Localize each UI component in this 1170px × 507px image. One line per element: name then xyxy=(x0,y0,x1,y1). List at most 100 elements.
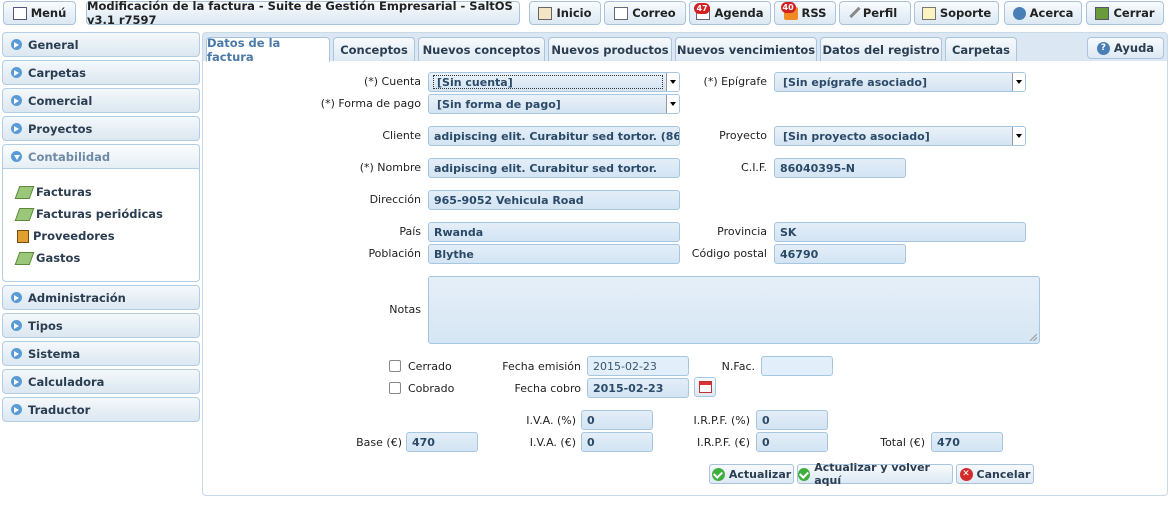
ayuda-button[interactable]: ? Ayuda xyxy=(1087,37,1164,59)
chevron-down-icon xyxy=(666,73,679,91)
tab-bar: Datos de la factura Conceptos Nuevos con… xyxy=(203,36,1167,64)
cif-label: C.I.F. xyxy=(741,161,767,174)
cancelar-button[interactable]: ✕ Cancelar xyxy=(956,464,1034,484)
sidebar-item-administracion[interactable]: Administración xyxy=(2,285,200,310)
tab-carpetas[interactable]: Carpetas xyxy=(945,37,1017,61)
proyecto-label: Proyecto xyxy=(719,129,767,142)
iva-pct-field[interactable]: 0 xyxy=(581,410,653,430)
calendar-icon: 47 xyxy=(694,2,711,20)
inicio-button[interactable]: Inicio xyxy=(529,1,601,25)
arrow-right-icon xyxy=(11,39,22,50)
mail-icon xyxy=(614,6,629,20)
cerrado-label: Cerrado xyxy=(408,360,452,373)
codigo-postal-field[interactable]: 46790 xyxy=(774,244,906,264)
tab-nuevos-vencimientos[interactable]: Nuevos vencimientos xyxy=(675,37,817,61)
notas-label: Notas xyxy=(389,303,421,316)
correo-button[interactable]: Correo xyxy=(604,1,686,25)
fecha-emision-label: Fecha emisión xyxy=(502,360,581,373)
arrow-right-icon xyxy=(11,95,22,106)
provincia-field[interactable]: SK xyxy=(774,222,1026,242)
arrow-right-icon xyxy=(11,348,22,359)
cerrar-button[interactable]: Cerrar xyxy=(1086,1,1164,25)
poblacion-field[interactable]: Blythe xyxy=(428,244,680,264)
nfac-field[interactable] xyxy=(761,356,833,376)
cif-field[interactable]: 86040395-N xyxy=(774,158,906,178)
wrench-icon xyxy=(849,6,863,20)
help-icon: ? xyxy=(1096,41,1110,55)
rss-icon: 40 xyxy=(780,1,798,20)
actualizar-button[interactable]: Actualizar xyxy=(709,464,794,484)
perfil-button[interactable]: Perfil xyxy=(839,1,911,25)
resize-grip-icon[interactable] xyxy=(1030,334,1037,341)
check-icon xyxy=(798,467,811,481)
close-icon: ✕ xyxy=(959,467,973,481)
pais-label: País xyxy=(399,225,421,238)
forma-pago-label: (*) Forma de pago xyxy=(320,97,421,110)
irpf-eur-field[interactable]: 0 xyxy=(756,432,828,452)
soporte-button[interactable]: Soporte xyxy=(914,1,999,25)
sidebar-item-tipos[interactable]: Tipos xyxy=(2,313,200,338)
nombre-field[interactable]: adipiscing elit. Curabitur sed tortor. xyxy=(428,158,680,178)
direccion-label: Dirección xyxy=(369,193,421,206)
arrow-right-icon xyxy=(11,376,22,387)
sidebar-subitem-facturas-periodicas[interactable]: Facturas periódicas xyxy=(3,203,199,225)
sidebar-item-proyectos[interactable]: Proyectos xyxy=(2,116,200,141)
proyecto-select[interactable]: [Sin proyecto asociado] xyxy=(774,126,1026,146)
sidebar-item-traductor[interactable]: Traductor xyxy=(2,397,200,422)
cliente-field[interactable]: adipiscing elit. Curabitur sed tortor. (… xyxy=(428,126,680,146)
agenda-button[interactable]: 47 Agenda xyxy=(689,1,771,25)
tab-conceptos[interactable]: Conceptos xyxy=(333,37,415,61)
address-book-icon xyxy=(17,229,29,243)
epigrafe-select[interactable]: [Sin epígrafe asociado] xyxy=(774,72,1026,92)
cuenta-select[interactable]: [Sin cuenta] xyxy=(428,72,680,92)
edit-icon xyxy=(921,6,936,20)
menu-button[interactable]: Menú xyxy=(3,1,76,25)
rss-button[interactable]: 40 RSS xyxy=(774,1,836,25)
iva-eur-label: I.V.A. (€) xyxy=(529,436,576,449)
direccion-field[interactable]: 965-9052 Vehicula Road xyxy=(428,190,680,210)
money-icon xyxy=(14,251,35,265)
rss-badge: 40 xyxy=(780,1,796,13)
codigo-postal-label: Código postal xyxy=(691,247,767,260)
sidebar-subitem-facturas[interactable]: Facturas xyxy=(3,181,199,203)
arrow-right-icon xyxy=(11,67,22,78)
agenda-badge: 47 xyxy=(694,2,710,14)
sidebar-subitem-gastos[interactable]: Gastos xyxy=(3,247,199,269)
cuenta-label: (*) Cuenta xyxy=(363,75,421,88)
iva-eur-field[interactable]: 0 xyxy=(581,432,653,452)
sidebar-item-comercial[interactable]: Comercial xyxy=(2,88,200,113)
arrow-down-icon xyxy=(11,151,22,162)
sidebar-item-contabilidad[interactable]: Contabilidad xyxy=(2,144,200,169)
total-field[interactable]: 470 xyxy=(931,432,1003,452)
total-label: Total (€) xyxy=(880,436,925,449)
irpf-pct-label: I.R.P.F. (%) xyxy=(693,414,751,427)
epigrafe-label: (*) Epígrafe xyxy=(703,75,767,88)
cerrado-checkbox[interactable] xyxy=(389,360,401,372)
sidebar-item-carpetas[interactable]: Carpetas xyxy=(2,60,200,85)
acerca-button[interactable]: Acerca xyxy=(1004,1,1082,25)
money-icon xyxy=(14,207,35,221)
tab-nuevos-productos[interactable]: Nuevos productos xyxy=(548,37,672,61)
calendar-button[interactable] xyxy=(694,377,716,397)
sidebar-item-sistema[interactable]: Sistema xyxy=(2,341,200,366)
menu-icon xyxy=(12,6,27,20)
chevron-down-icon xyxy=(1012,73,1025,91)
forma-pago-select[interactable]: [Sin forma de pago] xyxy=(428,94,680,114)
cobrado-checkbox[interactable] xyxy=(389,382,401,394)
actualizar-volver-button[interactable]: Actualizar y volver aquí xyxy=(797,461,953,487)
fecha-cobro-field[interactable]: 2015-02-23 xyxy=(587,378,689,398)
sidebar-submenu-contabilidad: Facturas Facturas periódicas Proveedores… xyxy=(2,169,200,282)
fecha-emision-field[interactable]: 2015-02-23 xyxy=(587,356,689,376)
irpf-pct-field[interactable]: 0 xyxy=(756,410,828,430)
sidebar-item-calculadora[interactable]: Calculadora xyxy=(2,369,200,394)
tab-datos-registro[interactable]: Datos del registro xyxy=(820,37,942,61)
notas-textarea[interactable] xyxy=(428,276,1040,344)
tab-nuevos-conceptos[interactable]: Nuevos conceptos xyxy=(418,37,545,61)
window-title: Modificación de la factura - Suite de Ge… xyxy=(86,0,520,27)
sidebar-item-general[interactable]: General xyxy=(2,32,200,57)
tab-datos-factura[interactable]: Datos de la factura xyxy=(206,36,330,64)
top-bar: Menú Modificación de la factura - Suite … xyxy=(0,0,1170,27)
base-field[interactable]: 470 xyxy=(406,432,478,452)
sidebar-subitem-proveedores[interactable]: Proveedores xyxy=(3,225,199,247)
pais-field[interactable]: Rwanda xyxy=(428,222,680,242)
